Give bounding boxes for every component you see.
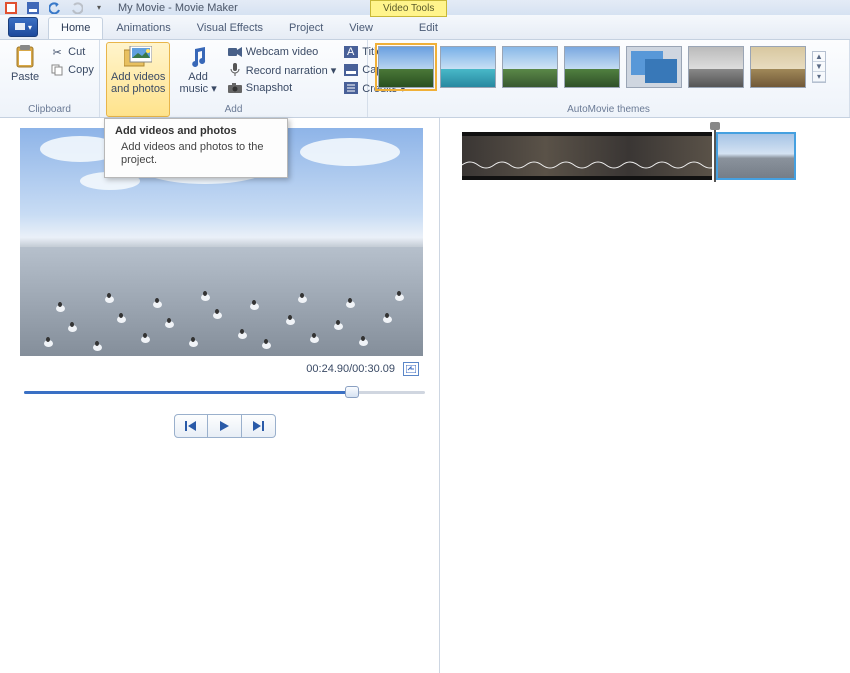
- copy-label: Copy: [68, 64, 94, 76]
- next-frame-button[interactable]: [242, 414, 276, 438]
- theme-thumb-2[interactable]: [440, 46, 496, 88]
- record-label: Record narration ▾: [246, 64, 337, 77]
- cut-button[interactable]: ✂ Cut: [48, 44, 96, 60]
- playback-time: 00:24.90/00:30.09: [306, 363, 395, 375]
- title-icon: A: [344, 45, 358, 59]
- storyboard[interactable]: [462, 132, 836, 180]
- theme-thumb-6[interactable]: [688, 46, 744, 88]
- paste-label: Paste: [11, 71, 39, 83]
- theme-thumb-5[interactable]: [626, 46, 682, 88]
- tooltip-add-videos-photos: Add videos and photos Add videos and pho…: [104, 118, 288, 178]
- save-icon[interactable]: [26, 1, 40, 15]
- theme-scroll-up[interactable]: ▲: [813, 52, 825, 62]
- tab-view[interactable]: View: [336, 17, 386, 39]
- copy-icon: [50, 63, 64, 77]
- tab-animations[interactable]: Animations: [103, 17, 183, 39]
- theme-thumb-1[interactable]: [378, 46, 434, 88]
- redo-icon[interactable]: [70, 1, 84, 15]
- add-music-label: Add music ▾: [179, 71, 216, 95]
- tab-project[interactable]: Project: [276, 17, 336, 39]
- app-menu-button[interactable]: ▾: [8, 17, 38, 37]
- prev-frame-button[interactable]: [174, 414, 208, 438]
- microphone-icon: [228, 63, 242, 77]
- camera-icon: [228, 81, 242, 95]
- seek-bar[interactable]: [24, 388, 425, 396]
- theme-scroll-down[interactable]: ▼: [813, 62, 825, 72]
- fullscreen-button[interactable]: [403, 362, 419, 376]
- undo-icon[interactable]: [48, 1, 62, 15]
- group-label-automovie: AutoMovie themes: [368, 104, 849, 115]
- tab-home[interactable]: Home: [48, 17, 103, 39]
- contextual-tab-video-tools[interactable]: Video Tools: [370, 0, 447, 17]
- tab-visual-effects[interactable]: Visual Effects: [184, 17, 276, 39]
- tab-edit[interactable]: Edit: [406, 17, 451, 39]
- app-menu-dropdown-icon: ▾: [28, 23, 32, 32]
- app-icon: [4, 1, 18, 15]
- snapshot-label: Snapshot: [246, 82, 292, 94]
- record-narration-button[interactable]: Record narration ▾: [226, 62, 339, 78]
- clip-photo-1[interactable]: [716, 132, 796, 180]
- caption-icon: [344, 63, 358, 77]
- group-label-add: Add: [100, 104, 367, 115]
- tooltip-body: Add videos and photos to the project.: [115, 141, 277, 167]
- theme-thumb-7[interactable]: [750, 46, 806, 88]
- tooltip-title: Add videos and photos: [115, 125, 277, 137]
- window-title: My Movie - Movie Maker: [118, 2, 238, 14]
- group-label-clipboard: Clipboard: [0, 104, 99, 115]
- credits-icon: [344, 81, 358, 95]
- snapshot-button[interactable]: Snapshot: [226, 80, 339, 96]
- theme-thumb-4[interactable]: [564, 46, 620, 88]
- music-note-icon: [189, 45, 207, 69]
- theme-thumb-3[interactable]: [502, 46, 558, 88]
- webcam-video-button[interactable]: Webcam video: [226, 44, 339, 60]
- play-button[interactable]: [208, 414, 242, 438]
- webcam-icon: [228, 45, 242, 59]
- scissors-icon: ✂: [50, 45, 64, 59]
- svg-text:A: A: [347, 46, 355, 58]
- qat-customize-icon[interactable]: ▾: [92, 1, 106, 15]
- seek-thumb[interactable]: [345, 386, 359, 398]
- webcam-label: Webcam video: [246, 46, 319, 58]
- clip-video-1[interactable]: [462, 132, 712, 180]
- copy-button[interactable]: Copy: [48, 62, 96, 78]
- theme-expand[interactable]: ▾: [813, 72, 825, 82]
- photo-film-icon: [124, 45, 152, 69]
- add-videos-photos-label: Add videos and photos: [111, 71, 165, 95]
- cut-label: Cut: [68, 46, 85, 58]
- clipboard-icon: [14, 45, 36, 69]
